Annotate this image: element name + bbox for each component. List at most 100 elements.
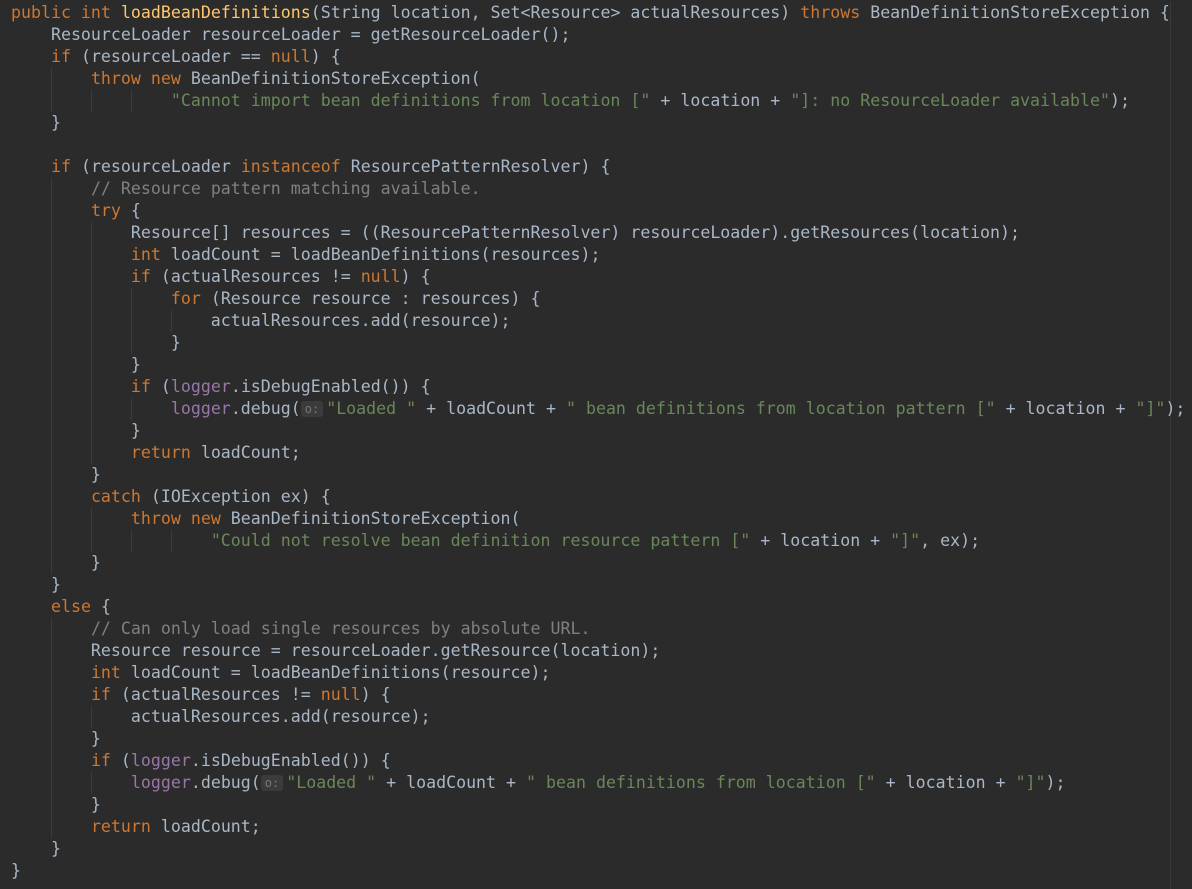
code-token: int (130, 245, 171, 264)
code-token: (actualResources != (160, 267, 361, 286)
code-line[interactable]: // Resource pattern matching available. (0, 178, 1192, 200)
code-token: } (11, 839, 61, 858)
code-line[interactable]: else { (0, 596, 1192, 618)
code-token: int (90, 663, 131, 682)
code-token: .isDebugEnabled()) { (190, 751, 391, 770)
indent-guide (51, 794, 52, 816)
code-token: " bean definitions from location pattern… (565, 399, 996, 418)
code-token: BeanDefinitionStoreException { (870, 3, 1170, 22)
code-line[interactable]: } (0, 420, 1192, 442)
code-line[interactable]: for (Resource resource : resources) { (0, 288, 1192, 310)
code-line[interactable]: } (0, 794, 1192, 816)
code-line[interactable]: if (resourceLoader instanceof ResourcePa… (0, 156, 1192, 178)
code-line[interactable]: if (logger.isDebugEnabled()) { (0, 750, 1192, 772)
code-token: (actualResources != (120, 685, 321, 704)
indent-guide (91, 706, 92, 728)
indent-guide (51, 310, 52, 332)
indent-guide (171, 530, 172, 552)
code-token: .isDebugEnabled()) { (230, 377, 431, 396)
code-line[interactable]: if (actualResources != null) { (0, 266, 1192, 288)
code-line[interactable]: ResourceLoader resourceLoader = getResou… (0, 24, 1192, 46)
indent-guide (51, 706, 52, 728)
code-token: else (50, 597, 101, 616)
code-line[interactable]: Resource resource = resourceLoader.getRe… (0, 640, 1192, 662)
code-token: Resource[] resources = ((ResourcePattern… (11, 223, 1021, 242)
indent-guide (51, 90, 52, 112)
code-line[interactable]: actualResources.add(resource); (0, 310, 1192, 332)
code-line[interactable]: public int loadBeanDefinitions(String lo… (0, 2, 1192, 24)
code-line[interactable]: logger.debug(o: "Loaded " + loadCount + "… (0, 398, 1192, 420)
indent-guide (51, 288, 52, 310)
code-token: , ex); (920, 531, 981, 550)
code-line[interactable]: if (logger.isDebugEnabled()) { (0, 376, 1192, 398)
code-token: loadBeanDefinitions (120, 3, 311, 22)
indent-guide (51, 662, 52, 684)
code-line[interactable]: Resource[] resources = ((ResourcePattern… (0, 222, 1192, 244)
code-token: if (90, 685, 121, 704)
code-token: "]" (890, 531, 921, 550)
code-token: + loadCount + (416, 399, 566, 418)
code-token: null (320, 685, 361, 704)
code-token: (Resource resource : resources) { (210, 289, 541, 308)
code-line[interactable]: } (0, 728, 1192, 750)
code-line[interactable]: } (0, 838, 1192, 860)
code-token: actualResources.add(resource); (11, 311, 511, 330)
code-line[interactable]: return loadCount; (0, 442, 1192, 464)
code-line[interactable]: } (0, 552, 1192, 574)
indent-guide (91, 398, 92, 420)
code-line[interactable]: try { (0, 200, 1192, 222)
code-line[interactable]: "Cannot import bean definitions from loc… (0, 90, 1192, 112)
code-line[interactable]: } (0, 332, 1192, 354)
code-line[interactable]: } (0, 354, 1192, 376)
indent-guide (51, 376, 52, 398)
code-token: if (50, 157, 81, 176)
code-line[interactable]: int loadCount = loadBeanDefinitions(reso… (0, 244, 1192, 266)
indent-guide (51, 398, 52, 420)
indent-guide (51, 618, 52, 640)
code-line[interactable]: } (0, 112, 1192, 134)
indent-guide (91, 530, 92, 552)
code-line[interactable]: } (0, 574, 1192, 596)
code-token: "]" (1015, 773, 1046, 792)
indent-guide (131, 288, 132, 310)
code-token: { (130, 201, 141, 220)
code-line[interactable] (0, 134, 1192, 156)
code-token: ) { (400, 267, 431, 286)
indent-guide (51, 508, 52, 530)
code-line[interactable]: } (0, 464, 1192, 486)
code-token: .debug( (190, 773, 261, 792)
code-token: " bean definitions from location [" (526, 773, 876, 792)
indent-guide (51, 420, 52, 442)
code-token: } (11, 421, 141, 440)
indent-guide (51, 816, 52, 838)
code-line[interactable]: logger.debug(o: "Loaded " + loadCount + "… (0, 772, 1192, 794)
code-line[interactable]: if (resourceLoader == null) { (0, 46, 1192, 68)
indent-guide (51, 640, 52, 662)
indent-guide (91, 222, 92, 244)
code-token: Resource resource = resourceLoader.getRe… (11, 641, 661, 660)
indent-guide (51, 728, 52, 750)
code-token: { (100, 597, 111, 616)
code-token: BeanDefinitionStoreException( (230, 509, 521, 528)
code-line[interactable]: throw new BeanDefinitionStoreException( (0, 508, 1192, 530)
code-line[interactable]: // Can only load single resources by abs… (0, 618, 1192, 640)
code-token: + loadCount + (376, 773, 527, 792)
code-line[interactable]: int loadCount = loadBeanDefinitions(reso… (0, 662, 1192, 684)
indent-guide (91, 420, 92, 442)
indent-guide (131, 332, 132, 354)
code-token: // Can only load single resources by abs… (90, 619, 591, 638)
code-editor[interactable]: public int loadBeanDefinitions(String lo… (0, 2, 1192, 889)
code-line[interactable]: if (actualResources != null) { (0, 684, 1192, 706)
code-lines: public int loadBeanDefinitions(String lo… (0, 2, 1192, 882)
parameter-hint: o: (300, 401, 324, 417)
code-line[interactable]: } (0, 860, 1192, 882)
code-line[interactable]: catch (IOException ex) { (0, 486, 1192, 508)
code-line[interactable]: throw new BeanDefinitionStoreException( (0, 68, 1192, 90)
code-token: (resourceLoader == (80, 47, 271, 66)
code-line[interactable]: return loadCount; (0, 816, 1192, 838)
code-line[interactable]: actualResources.add(resource); (0, 706, 1192, 728)
code-line[interactable]: "Could not resolve bean definition resou… (0, 530, 1192, 552)
indent-guide (51, 552, 52, 574)
